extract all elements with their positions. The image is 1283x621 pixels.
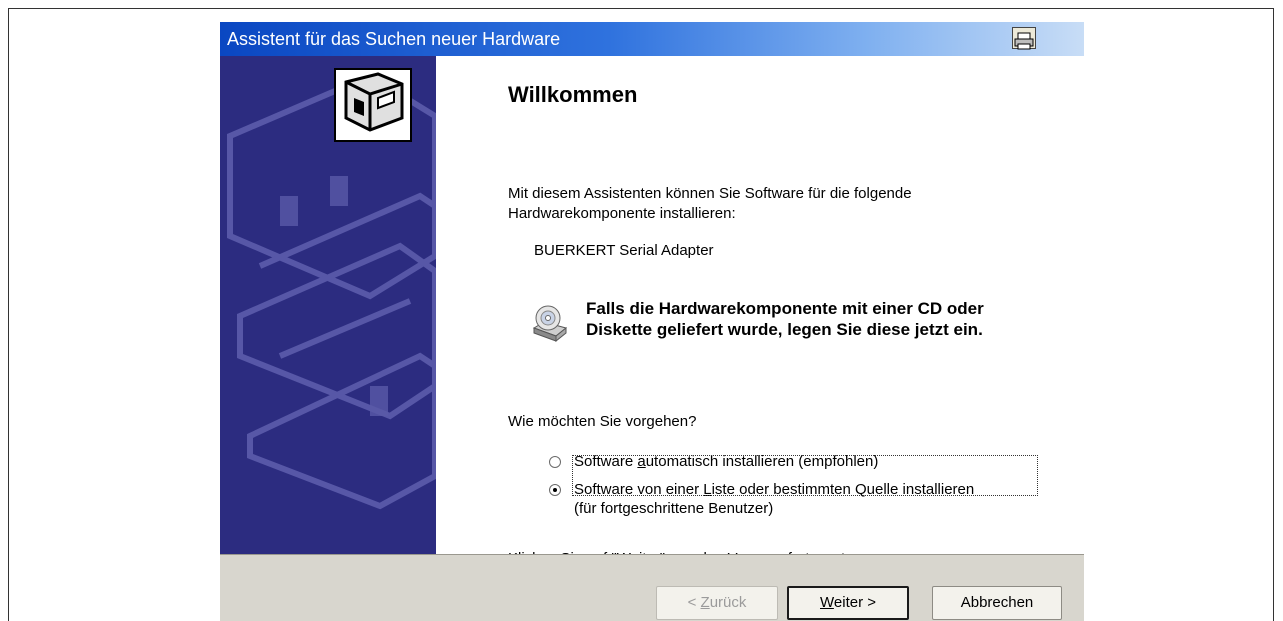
back-button[interactable]: < Zurück	[656, 586, 778, 620]
hardware-icon	[334, 68, 412, 142]
insert-media-note: Falls die Hardwarekomponente mit einer C…	[586, 298, 1056, 340]
label-part: <	[687, 594, 701, 611]
next-button[interactable]: Weiter >	[787, 586, 909, 620]
radio-automatic[interactable]	[549, 456, 561, 468]
printer-icon[interactable]	[1012, 27, 1036, 50]
radio-from-list[interactable]	[549, 484, 561, 496]
access-key: Z	[700, 594, 710, 611]
cancel-button[interactable]: Abbrechen	[932, 586, 1062, 620]
insert-media-note-line1: Falls die Hardwarekomponente mit einer C…	[586, 299, 984, 318]
wizard-sidebar-graphic	[220, 56, 436, 554]
window-title: Assistent für das Suchen neuer Hardware	[227, 29, 561, 49]
page-title: Willkommen	[508, 82, 638, 107]
cd-drive-icon	[532, 305, 568, 342]
focus-rectangle	[572, 455, 1038, 496]
label-part: eiter >	[833, 594, 876, 611]
intro-text-line1: Mit diesem Assistenten können Sie Softwa…	[508, 185, 912, 202]
question-text: Wie möchten Sie vorgehen?	[508, 413, 697, 430]
label-part: urück	[709, 594, 747, 611]
title-bar: Assistent für das Suchen neuer Hardware	[220, 22, 1084, 56]
insert-media-note-line2: Diskette geliefert wurde, legen Sie dies…	[586, 320, 983, 339]
device-name: BUERKERT Serial Adapter	[534, 242, 714, 259]
option-from-list-label-line2: (für fortgeschrittene Benutzer)	[574, 500, 774, 517]
intro-text-line2: Hardwarekomponente installieren:	[508, 205, 736, 222]
hardware-wizard-window: Assistent für das Suchen neuer Hardware	[220, 22, 1084, 621]
access-key: W	[820, 594, 834, 611]
